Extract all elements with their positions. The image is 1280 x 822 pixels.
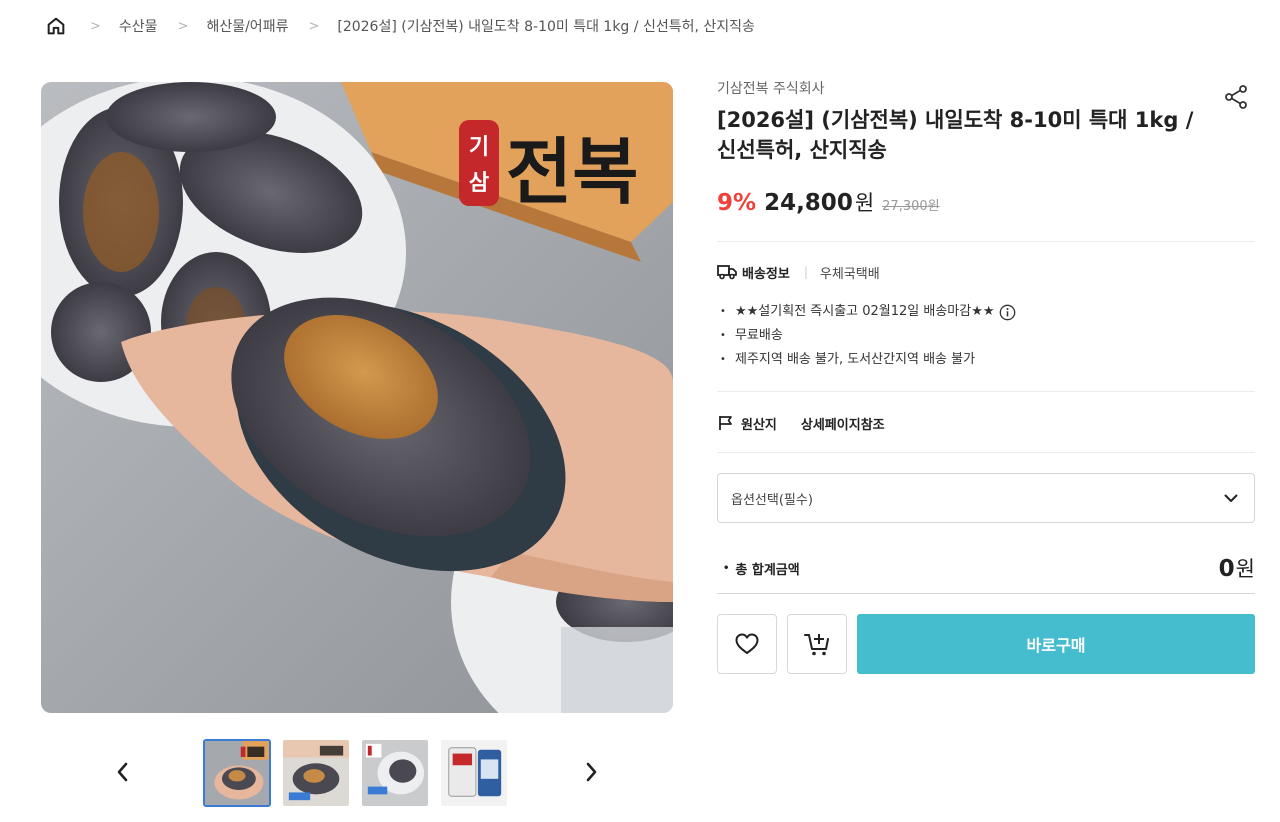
divider <box>717 391 1255 392</box>
divider <box>717 452 1255 453</box>
thumbnail-1[interactable] <box>203 739 271 807</box>
shipping-note-text: ★★설기획전 즉시출고 02월12일 배송마감★★ <box>735 304 995 319</box>
add-to-cart-button[interactable] <box>787 614 847 674</box>
shipping-note: • 무료배송 <box>717 324 1255 348</box>
shipping-separator: | <box>803 265 808 279</box>
option-select-placeholder: 옵션선택(필수) <box>731 492 813 508</box>
thumbnail-2[interactable] <box>282 739 350 807</box>
price-currency: 원 <box>854 191 875 215</box>
info-icon[interactable] <box>999 304 1016 321</box>
logo-small-text-1: 기 <box>469 135 489 160</box>
divider <box>717 593 1255 594</box>
breadcrumb-item-subcategory[interactable]: 해산물/어패류 <box>206 16 288 36</box>
shipping-note: • ★★설기획전 즉시출고 02월12일 배송마감★★ <box>717 300 1255 324</box>
breadcrumb-item-product: [2026설] (기삼전복) 내일도착 8-10미 특대 1kg / 신선특허,… <box>337 19 755 35</box>
action-buttons: 바로구매 <box>717 614 1255 674</box>
seller-name[interactable]: 기삼전복 주식회사 <box>717 78 1255 100</box>
origin-label: 원산지 <box>741 417 777 433</box>
thumbnail-4[interactable] <box>440 739 508 807</box>
breadcrumb-separator: > <box>177 18 189 34</box>
divider <box>717 241 1255 242</box>
heart-icon <box>735 633 759 654</box>
shipping-note: • 제주지역 배송 불가, 도서산간지역 배송 불가 <box>717 348 1255 372</box>
chevron-down-icon <box>1224 494 1238 502</box>
total-row: • 총 합계금액 0 원 <box>717 553 1255 583</box>
sale-price: 24,800 <box>764 190 853 216</box>
thumbnail-3[interactable] <box>361 739 429 807</box>
buy-now-button[interactable]: 바로구매 <box>857 614 1255 674</box>
price-row: 9% 24,800 원 27,300원 <box>717 187 1255 217</box>
wishlist-button[interactable] <box>717 614 777 674</box>
shipping-note-text: 제주지역 배송 불가, 도서산간지역 배송 불가 <box>735 352 976 367</box>
shipping-label: 배송정보 <box>742 266 790 282</box>
chevron-right-icon <box>586 762 597 782</box>
home-icon[interactable] <box>44 14 68 38</box>
logo-large-text: 전복 <box>506 129 638 214</box>
option-select[interactable]: 옵션선택(필수) <box>717 473 1255 523</box>
breadcrumb-item-category[interactable]: 수산물 <box>119 16 158 36</box>
truck-icon <box>717 265 737 280</box>
breadcrumb-separator: > <box>308 18 320 34</box>
original-price: 27,300원 <box>882 199 940 214</box>
cart-add-icon <box>804 634 829 656</box>
origin-info: 원산지 상세페이지참조 <box>717 412 1255 434</box>
shipping-note-text: 무료배송 <box>735 328 783 343</box>
breadcrumb-separator: > <box>90 18 101 34</box>
product-info-panel: 기삼전복 주식회사 [2026설] (기삼전복) 내일도착 8-10미 특대 1… <box>717 78 1255 674</box>
thumbnail-prev-button[interactable] <box>106 755 140 789</box>
thumbnail-next-button[interactable] <box>574 755 608 789</box>
total-label: 총 합계금액 <box>735 562 800 578</box>
total-currency: 원 <box>1235 557 1255 581</box>
product-main-image[interactable]: 기 삼 전복 <box>41 82 673 713</box>
shipping-carrier: 우체국택배 <box>819 266 880 282</box>
chevron-left-icon <box>117 762 128 782</box>
origin-value: 상세페이지참조 <box>800 417 885 433</box>
product-title: [2026설] (기삼전복) 내일도착 8-10미 특대 1kg / 신선특허,… <box>717 108 1194 162</box>
thumbnail-strip <box>203 739 508 807</box>
logo-small-text-2: 삼 <box>469 171 489 196</box>
total-amount: 0 <box>1218 556 1235 582</box>
breadcrumb: > 수산물 > 해산물/어패류 > [2026설] (기삼전복) 내일도착 8-… <box>44 13 755 39</box>
shipping-info: 배송정보 | 우체국택배 <box>717 261 1255 283</box>
share-icon[interactable] <box>1223 84 1249 110</box>
flag-icon <box>719 416 732 430</box>
shipping-notes: • ★★설기획전 즉시출고 02월12일 배송마감★★ • 무료배송 • 제주지… <box>717 300 1255 372</box>
discount-rate: 9% <box>717 190 757 216</box>
